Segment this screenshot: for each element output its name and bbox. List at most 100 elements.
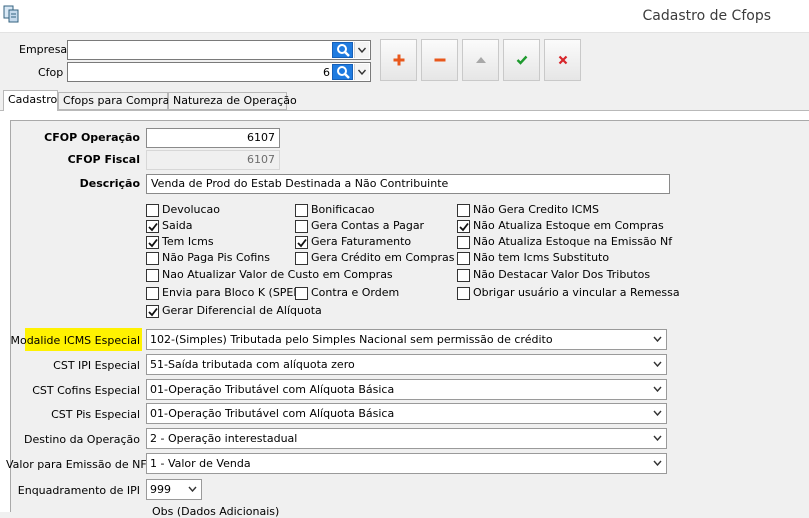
gera-credito-compras-checkbox[interactable]: Gera Crédito em Compras (295, 251, 455, 266)
cst-cofins-select[interactable]: 01-Operação Tributável com Alíquota Bási… (146, 379, 667, 400)
checkbox-box (146, 252, 159, 265)
cancel-button[interactable] (544, 39, 581, 81)
chevron-down-icon (653, 336, 662, 342)
plus-icon (393, 54, 404, 66)
gerar-diferencial-checkbox[interactable]: Gerar Diferencial de Alíquota (146, 304, 326, 319)
checkmark-icon (148, 307, 158, 317)
gera-credito-compras-label: Gera Crédito em Compras (311, 251, 455, 264)
chevron-down-icon (653, 410, 662, 416)
gera-contas-pagar-label: Gera Contas a Pagar (311, 219, 425, 232)
gera-faturamento-label: Gera Faturamento (311, 235, 412, 248)
destino-operacao-value: 2 - Operação interestadual (150, 432, 298, 445)
cfop-dropdown-button[interactable] (354, 64, 369, 80)
confirm-button[interactable] (503, 39, 540, 81)
valor-emissao-nf-value: 1 - Valor de Venda (150, 457, 251, 470)
search-icon (336, 66, 350, 79)
nao-destacar-tributos-label: Não Destacar Valor Dos Tributos (473, 268, 651, 281)
empresa-search-button[interactable] (332, 42, 353, 58)
tab-natureza-de-operacao[interactable]: Natureza de Operação (168, 92, 297, 110)
window-title: Cadastro de Cfops (642, 8, 771, 24)
tem-icms-label: Tem Icms (162, 235, 214, 248)
add-button[interactable] (380, 39, 417, 81)
cst-ipi-value: 51-Saída tributada com alíquota zero (150, 358, 355, 371)
nao-atualiza-estoque-compras-label: Não Atualiza Estoque em Compras (473, 219, 664, 232)
nao-gera-credito-icms-checkbox[interactable]: Não Gera Credito ICMS (457, 203, 657, 218)
checkbox-box (295, 287, 308, 300)
chevron-down-icon (357, 47, 367, 53)
descricao-label: Descrição (79, 177, 140, 190)
bloco-k-checkbox[interactable]: Envia para Bloco K (SPED) (146, 286, 306, 301)
nao-tem-icms-st-checkbox[interactable]: Não tem Icms Substituto (457, 251, 657, 266)
bonificacao-label: Bonificacao (311, 203, 375, 216)
saida-label: Saida (162, 219, 193, 232)
empresa-dropdown-button[interactable] (354, 42, 369, 58)
modalidade-icms-label: Modalide ICMS Especial (10, 334, 140, 347)
checkbox-box (146, 305, 159, 318)
checkbox-box (457, 236, 470, 249)
move-up-button[interactable] (462, 39, 499, 81)
checkmark-icon (148, 238, 158, 248)
enquadramento-ipi-value: 999 (150, 483, 171, 496)
checkmark-icon (297, 238, 307, 248)
modalidade-icms-select[interactable]: 102-(Simples) Tributada pelo Simples Nac… (146, 329, 667, 350)
chevron-down-icon (188, 486, 197, 492)
nao-destacar-tributos-checkbox[interactable]: Não Destacar Valor Dos Tributos (457, 268, 657, 283)
cst-cofins-value: 01-Operação Tributável com Alíquota Bási… (150, 383, 395, 396)
valor-emissao-nf-label: Valor para Emissão de NF (6, 458, 147, 471)
enquadramento-ipi-select[interactable]: 999 (146, 479, 202, 500)
checkbox-box (146, 204, 159, 217)
checkmark-icon (459, 222, 469, 232)
obrigar-remessa-label: Obrigar usuário a vincular a Remessa (473, 286, 680, 299)
bloco-k-label: Envia para Bloco K (SPED) (162, 286, 307, 299)
nao-gera-credito-icms-label: Não Gera Credito ICMS (473, 203, 599, 216)
cfop-combo[interactable]: 6 (67, 62, 371, 82)
checkbox-box (295, 236, 308, 249)
checkbox-box (295, 220, 308, 233)
checkbox-box (457, 287, 470, 300)
valor-emissao-nf-select[interactable]: 1 - Valor de Venda (146, 453, 667, 474)
checkbox-box (146, 287, 159, 300)
bonificacao-checkbox[interactable]: Bonificacao (295, 203, 445, 218)
contra-ordem-checkbox[interactable]: Contra e Ordem (295, 286, 445, 301)
destino-operacao-select[interactable]: 2 - Operação interestadual (146, 428, 667, 449)
nao-atualizar-custo-checkbox[interactable]: Nao Atualizar Valor de Custo em Compras (146, 268, 446, 283)
tem-icms-checkbox[interactable]: Tem Icms (146, 235, 286, 250)
gerar-diferencial-label: Gerar Diferencial de Alíquota (162, 304, 322, 317)
nao-paga-pis-cofins-label: Não Paga Pis Cofins (162, 251, 271, 264)
title-bar: Cadastro de Cfops (0, 0, 809, 33)
gera-contas-pagar-checkbox[interactable]: Gera Contas a Pagar (295, 219, 445, 234)
cst-cofins-label: CST Cofins Especial (32, 384, 140, 397)
cfop-label: Cfop (38, 66, 64, 79)
gera-faturamento-checkbox[interactable]: Gera Faturamento (295, 235, 445, 250)
devolucao-label: Devolucao (162, 203, 221, 216)
tab-cfops-para-compras[interactable]: Cfops para Compras (58, 92, 175, 110)
check-icon (516, 55, 527, 65)
nao-atualiza-estoque-nf-checkbox[interactable]: Não Atualiza Estoque na Emissão Nf (457, 235, 672, 250)
checkbox-box (295, 252, 308, 265)
cfop-search-button[interactable] (332, 64, 353, 80)
chevron-down-icon (653, 435, 662, 441)
nao-atualiza-estoque-compras-checkbox[interactable]: Não Atualiza Estoque em Compras (457, 219, 664, 234)
nao-paga-pis-cofins-checkbox[interactable]: Não Paga Pis Cofins (146, 251, 286, 266)
devolucao-checkbox[interactable]: Devolucao (146, 203, 286, 218)
checkbox-box (457, 204, 470, 217)
x-icon (558, 55, 567, 65)
obrigar-remessa-checkbox[interactable]: Obrigar usuário a vincular a Remessa (457, 286, 687, 301)
saida-checkbox[interactable]: Saida (146, 219, 286, 234)
descricao-input[interactable]: Venda de Prod do Estab Destinada a Não C… (146, 174, 670, 194)
empresa-combo[interactable] (67, 40, 371, 60)
cst-pis-select[interactable]: 01-Operação Tributável com Alíquota Bási… (146, 403, 667, 424)
chevron-down-icon (653, 386, 662, 392)
enquadramento-ipi-label: Enquadramento de IPI (17, 484, 140, 497)
cfop-operacao-input[interactable]: 6107 (146, 128, 280, 148)
checkbox-box (295, 204, 308, 217)
cst-ipi-select[interactable]: 51-Saída tributada com alíquota zero (146, 354, 667, 375)
cst-pis-label: CST Pis Especial (51, 408, 140, 421)
search-icon (336, 44, 350, 57)
app-icon (3, 5, 19, 23)
chevron-down-icon (653, 361, 662, 367)
tab-cadastro[interactable]: Cadastro (3, 90, 58, 111)
modalidade-icms-value: 102-(Simples) Tributada pelo Simples Nac… (150, 333, 553, 346)
remove-button[interactable] (421, 39, 458, 81)
checkbox-box (457, 220, 470, 233)
